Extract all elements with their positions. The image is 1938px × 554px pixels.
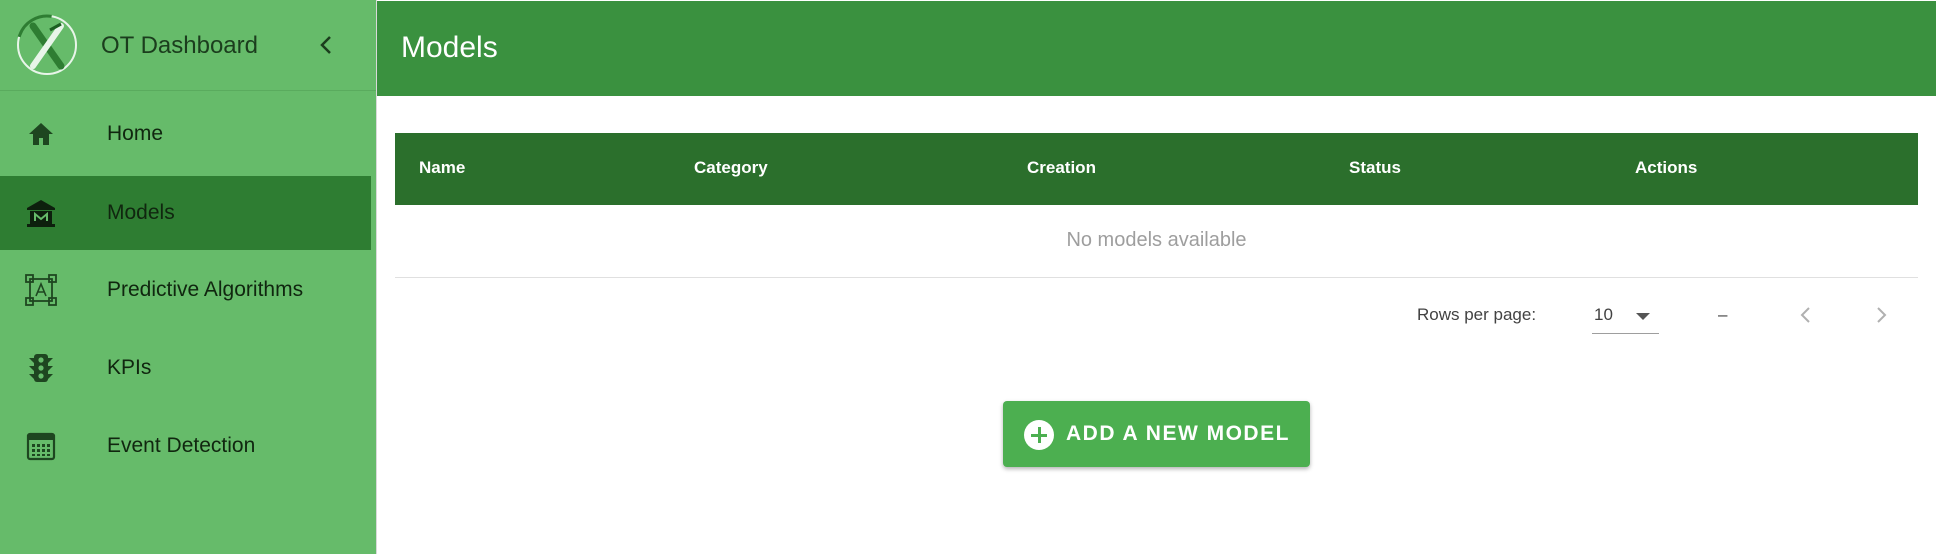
next-page-button[interactable] xyxy=(1866,300,1896,330)
table-body: No models available Rows per page: 10 – xyxy=(395,205,1918,349)
app-title: OT Dashboard xyxy=(101,32,258,59)
column-header-actions: Actions xyxy=(1635,158,1698,177)
calendar-grid-icon xyxy=(24,429,58,463)
pagination: Rows per page: 10 – xyxy=(395,278,1918,352)
museum-icon xyxy=(24,196,58,230)
caret-down-icon xyxy=(1636,313,1650,320)
sidebar-header: OT Dashboard xyxy=(0,0,376,91)
chevron-right-icon xyxy=(1877,307,1887,323)
chevron-left-icon xyxy=(1800,307,1810,323)
top-bar: Models xyxy=(377,1,1936,96)
traffic-light-icon xyxy=(24,351,58,385)
empty-message: No models available xyxy=(1066,229,1247,251)
models-table: Name Category Creation Status Actions No… xyxy=(395,133,1918,349)
column-header-category[interactable]: Category xyxy=(694,158,768,178)
add-model-label: ADD A NEW MODEL xyxy=(1066,422,1290,445)
app-root: OT Dashboard Home Models Predictive Algo… xyxy=(0,0,1938,554)
empty-row: No models available xyxy=(395,205,1918,278)
rows-per-page-select[interactable]: 10 xyxy=(1592,298,1659,334)
table-header-row: Name Category Creation Status Actions xyxy=(395,133,1918,205)
rows-per-page-label: Rows per page: xyxy=(1417,305,1537,324)
sidebar-item-label: KPIs xyxy=(107,356,152,379)
bounding-box-icon xyxy=(24,273,58,307)
add-model-button[interactable]: ADD A NEW MODEL xyxy=(1003,401,1310,467)
chevron-left-icon xyxy=(320,36,331,54)
sidebar-item-predictive-algorithms[interactable]: Predictive Algorithms xyxy=(0,253,371,327)
sidebar-item-label: Predictive Algorithms xyxy=(107,278,304,301)
sidebar-item-label: Event Detection xyxy=(107,434,256,457)
page-title: Models xyxy=(401,31,498,64)
column-header-name[interactable]: Name xyxy=(419,158,465,178)
page-range-text: – xyxy=(1718,305,1728,324)
plus-circle-icon xyxy=(1024,420,1054,450)
home-icon xyxy=(24,117,58,151)
sidebar-item-label: Models xyxy=(107,201,175,224)
sidebar-item-label: Home xyxy=(107,122,164,145)
sidebar-item-home[interactable]: Home xyxy=(0,97,371,171)
rows-per-page-value: 10 xyxy=(1594,305,1613,324)
column-header-creation[interactable]: Creation xyxy=(1027,158,1096,178)
app-logo-icon xyxy=(16,14,78,76)
sidebar-item-event-detection[interactable]: Event Detection xyxy=(0,409,371,483)
previous-page-button[interactable] xyxy=(1791,300,1821,330)
column-header-status[interactable]: Status xyxy=(1349,158,1401,178)
collapse-sidebar-button[interactable] xyxy=(315,32,337,58)
sidebar-item-models[interactable]: Models xyxy=(0,176,371,250)
sidebar-item-kpis[interactable]: KPIs xyxy=(0,331,371,405)
sidebar: OT Dashboard Home Models Predictive Algo… xyxy=(0,0,377,554)
